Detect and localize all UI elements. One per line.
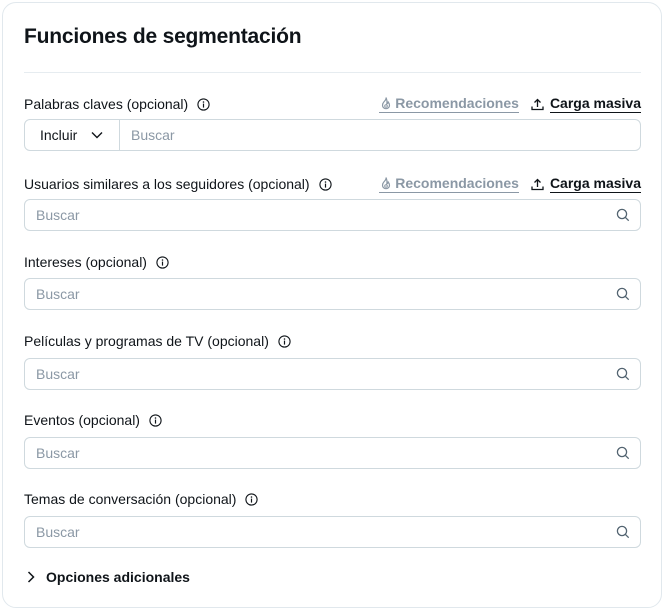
events-label-row: Eventos (opcional) <box>24 409 641 431</box>
keywords-input-group: Incluir Buscar <box>24 119 641 151</box>
topics-search-input[interactable]: Buscar <box>24 516 641 548</box>
chevron-down-icon <box>91 132 103 139</box>
recommendations-link[interactable]: Recomendaciones <box>379 95 519 113</box>
search-placeholder: Buscar <box>36 366 80 382</box>
search-icon <box>616 367 630 381</box>
info-icon[interactable] <box>278 334 291 348</box>
info-icon[interactable] <box>245 492 259 506</box>
info-icon[interactable] <box>156 255 169 269</box>
search-icon <box>616 208 630 222</box>
upload-icon <box>531 178 544 190</box>
divider <box>24 72 641 73</box>
topics-label-row: Temas de conversación (opcional) <box>24 488 641 510</box>
search-placeholder: Buscar <box>36 524 80 540</box>
search-placeholder: Buscar <box>36 207 80 223</box>
bulk-upload-link[interactable]: Carga masiva <box>531 175 641 193</box>
lookalikes-search-input[interactable]: Buscar <box>24 199 641 231</box>
events-search-input[interactable]: Buscar <box>24 437 641 469</box>
movies-tv-label-row: Películas y programas de TV (opcional) <box>24 330 641 352</box>
upload-icon <box>531 98 544 110</box>
info-icon[interactable] <box>197 97 210 111</box>
targeting-features-card: Funciones de segmentación Palabras clave… <box>2 2 662 608</box>
keywords-search-input[interactable]: Buscar <box>120 127 640 143</box>
search-placeholder: Buscar <box>36 286 80 302</box>
movies-tv-search-input[interactable]: Buscar <box>24 358 641 390</box>
include-select[interactable]: Incluir <box>25 120 120 150</box>
movies-tv-label: Películas y programas de TV (opcional) <box>24 333 269 349</box>
info-icon[interactable] <box>149 413 162 427</box>
keywords-label: Palabras claves (opcional) <box>24 96 189 112</box>
search-placeholder: Buscar <box>36 445 80 461</box>
topics-label: Temas de conversación (opcional) <box>24 491 237 507</box>
bulk-upload-link[interactable]: Carga masiva <box>531 95 641 113</box>
search-icon <box>616 525 630 539</box>
search-icon <box>616 287 630 301</box>
lookalikes-label: Usuarios similares a los seguidores (opc… <box>24 176 310 192</box>
interests-search-input[interactable]: Buscar <box>24 278 641 310</box>
flame-icon <box>382 176 391 189</box>
additional-options-toggle[interactable]: Opciones adicionales <box>27 569 190 585</box>
additional-options-label: Opciones adicionales <box>46 569 190 585</box>
keywords-label-row: Palabras claves (opcional) Recomendacion… <box>24 93 641 115</box>
interests-label-row: Intereses (opcional) <box>24 251 641 273</box>
section-title: Funciones de segmentación <box>24 25 302 48</box>
events-label: Eventos (opcional) <box>24 412 140 428</box>
recommendations-link[interactable]: Recomendaciones <box>379 175 519 193</box>
flame-icon <box>382 96 391 109</box>
info-icon[interactable] <box>318 177 332 191</box>
chevron-right-icon <box>27 571 35 583</box>
search-icon <box>616 446 630 460</box>
interests-label: Intereses (opcional) <box>24 254 147 270</box>
lookalikes-label-row: Usuarios similares a los seguidores (opc… <box>24 173 641 195</box>
